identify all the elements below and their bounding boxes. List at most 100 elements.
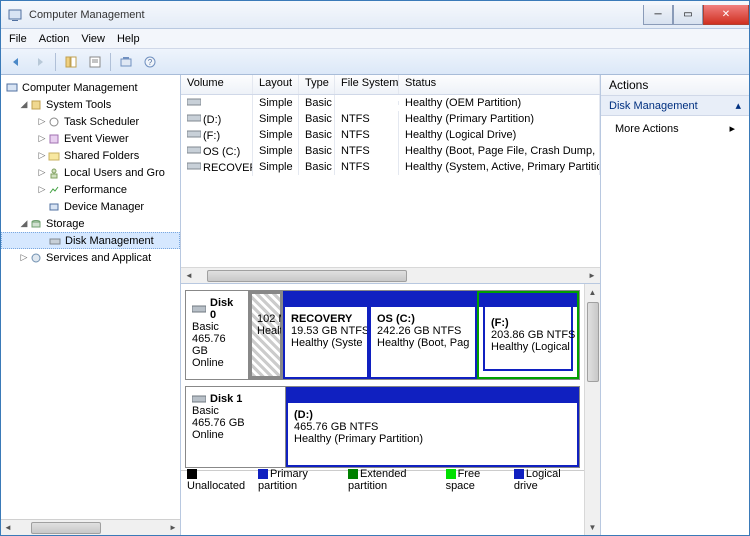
disk-area: Disk 0 Basic 465.76 GB Online 102 MHealt… xyxy=(181,284,600,535)
tree-root[interactable]: Computer Management xyxy=(1,79,180,96)
help-button[interactable]: ? xyxy=(139,51,161,73)
tree-shared-folders[interactable]: ▷Shared Folders xyxy=(1,147,180,164)
expand-icon[interactable]: ▷ xyxy=(37,184,47,195)
menu-bar: File Action View Help xyxy=(1,29,749,49)
disk-icon xyxy=(192,304,206,314)
swatch-extended xyxy=(348,469,358,479)
tree-services[interactable]: ▷Services and Applicat xyxy=(1,249,180,266)
app-icon xyxy=(7,7,23,23)
expand-icon[interactable]: ▷ xyxy=(37,116,47,127)
partition-d[interactable]: (D:)465.76 GB NTFSHealthy (Primary Parti… xyxy=(286,387,579,467)
menu-action[interactable]: Action xyxy=(39,33,70,45)
scroll-thumb[interactable] xyxy=(31,522,101,534)
perf-icon xyxy=(47,183,61,197)
scroll-up-icon[interactable]: ▲ xyxy=(585,284,600,300)
volume-row[interactable]: RECOVERYSimpleBasicNTFSHealthy (System, … xyxy=(181,159,600,175)
folder-icon xyxy=(47,149,61,163)
volume-icon xyxy=(187,129,201,139)
title-bar: Computer Management ─ ▭ ✕ xyxy=(1,1,749,29)
disk-icon xyxy=(48,234,62,248)
partition-oem[interactable]: 102 MHealt xyxy=(249,291,283,379)
volume-row[interactable]: (D:)SimpleBasicNTFSHealthy (Primary Part… xyxy=(181,111,600,127)
expand-icon[interactable]: ▷ xyxy=(19,252,29,263)
tree-system-tools[interactable]: ◢ System Tools xyxy=(1,96,180,113)
col-layout[interactable]: Layout xyxy=(253,75,299,94)
menu-help[interactable]: Help xyxy=(117,33,140,45)
partition-f[interactable]: (F:)203.86 GB NTFSHealthy (Logical xyxy=(477,291,579,379)
refresh-button[interactable] xyxy=(115,51,137,73)
svg-text:?: ? xyxy=(148,58,153,67)
tools-icon xyxy=(29,98,43,112)
volume-table: Volume Layout Type File System Status Si… xyxy=(181,75,600,284)
disk-info: Disk 1 Basic 465.76 GB Online xyxy=(186,387,286,467)
window-title: Computer Management xyxy=(29,9,643,21)
col-status[interactable]: Status xyxy=(399,75,600,94)
minimize-button[interactable]: ─ xyxy=(643,5,673,25)
partition-recovery[interactable]: RECOVERY19.53 GB NTFSHealthy (Syste xyxy=(283,291,369,379)
services-icon xyxy=(29,251,43,265)
scroll-thumb[interactable] xyxy=(207,270,407,282)
actions-more[interactable]: More Actions ▸ xyxy=(601,116,749,141)
volume-icon xyxy=(187,161,201,171)
volume-icon xyxy=(187,145,201,155)
volume-row[interactable]: (F:)SimpleBasicNTFSHealthy (Logical Driv… xyxy=(181,127,600,143)
tree-pane: Computer Management ◢ System Tools ▷Task… xyxy=(1,75,181,535)
users-icon xyxy=(47,166,61,180)
show-hide-tree-button[interactable] xyxy=(60,51,82,73)
tree-horizontal-scrollbar[interactable]: ◄ ► xyxy=(1,519,180,535)
expand-icon[interactable]: ▷ xyxy=(37,167,47,178)
expand-icon[interactable]: ▷ xyxy=(37,150,47,161)
menu-view[interactable]: View xyxy=(81,33,105,45)
tree-performance[interactable]: ▷Performance xyxy=(1,181,180,198)
volume-row[interactable]: SimpleBasicHealthy (OEM Partition) xyxy=(181,95,600,111)
scroll-left-icon[interactable]: ◄ xyxy=(181,271,197,280)
tree-event-viewer[interactable]: ▷Event Viewer xyxy=(1,130,180,147)
actions-pane: Actions Disk Management ▴ More Actions ▸ xyxy=(601,75,749,535)
toolbar: ? xyxy=(1,49,749,75)
disk-row[interactable]: Disk 1 Basic 465.76 GB Online (D:)465.76… xyxy=(185,386,580,468)
scroll-down-icon[interactable]: ▼ xyxy=(585,519,600,535)
swatch-free xyxy=(446,469,456,479)
volume-icon xyxy=(187,97,201,107)
scroll-right-icon[interactable]: ► xyxy=(166,521,180,535)
clock-icon xyxy=(47,115,61,129)
device-icon xyxy=(47,200,61,214)
expand-icon[interactable]: ▷ xyxy=(37,133,47,144)
disk-row[interactable]: Disk 0 Basic 465.76 GB Online 102 MHealt… xyxy=(185,290,580,380)
disk-icon xyxy=(192,394,206,404)
scroll-right-icon[interactable]: ► xyxy=(584,271,600,280)
swatch-logical xyxy=(514,469,524,479)
actions-group[interactable]: Disk Management ▴ xyxy=(601,96,749,116)
col-type[interactable]: Type xyxy=(299,75,335,94)
legend: Unallocated Primary partition Extended p… xyxy=(181,470,584,488)
close-button[interactable]: ✕ xyxy=(703,5,749,25)
properties-button[interactable] xyxy=(84,51,106,73)
volume-horizontal-scrollbar[interactable]: ◄ ► xyxy=(181,267,600,283)
collapse-icon[interactable]: ◢ xyxy=(19,218,29,229)
partition-os-c[interactable]: OS (C:)242.26 GB NTFSHealthy (Boot, Pag xyxy=(369,291,477,379)
menu-file[interactable]: File xyxy=(9,33,27,45)
collapse-icon[interactable]: ◢ xyxy=(19,99,29,110)
col-filesystem[interactable]: File System xyxy=(335,75,399,94)
tree-local-users[interactable]: ▷Local Users and Gro xyxy=(1,164,180,181)
scroll-thumb[interactable] xyxy=(587,302,599,382)
disk-vertical-scrollbar[interactable]: ▲ ▼ xyxy=(584,284,600,535)
swatch-unallocated xyxy=(187,469,197,479)
tree-storage[interactable]: ◢Storage xyxy=(1,215,180,232)
scroll-left-icon[interactable]: ◄ xyxy=(1,521,15,535)
disk-info: Disk 0 Basic 465.76 GB Online xyxy=(186,291,249,379)
tree-task-scheduler[interactable]: ▷Task Scheduler xyxy=(1,113,180,130)
tree-disk-management[interactable]: ▷Disk Management xyxy=(1,232,180,249)
tree-device-manager[interactable]: ▷Device Manager xyxy=(1,198,180,215)
back-button[interactable] xyxy=(5,51,27,73)
actions-header: Actions xyxy=(601,75,749,96)
col-volume[interactable]: Volume xyxy=(181,75,253,94)
maximize-button[interactable]: ▭ xyxy=(673,5,703,25)
forward-button[interactable] xyxy=(29,51,51,73)
center-pane: Volume Layout Type File System Status Si… xyxy=(181,75,601,535)
event-icon xyxy=(47,132,61,146)
volume-row[interactable]: OS (C:)SimpleBasicNTFSHealthy (Boot, Pag… xyxy=(181,143,600,159)
collapse-icon[interactable]: ▴ xyxy=(735,99,741,112)
computer-icon xyxy=(5,81,19,95)
chevron-right-icon: ▸ xyxy=(729,122,735,135)
